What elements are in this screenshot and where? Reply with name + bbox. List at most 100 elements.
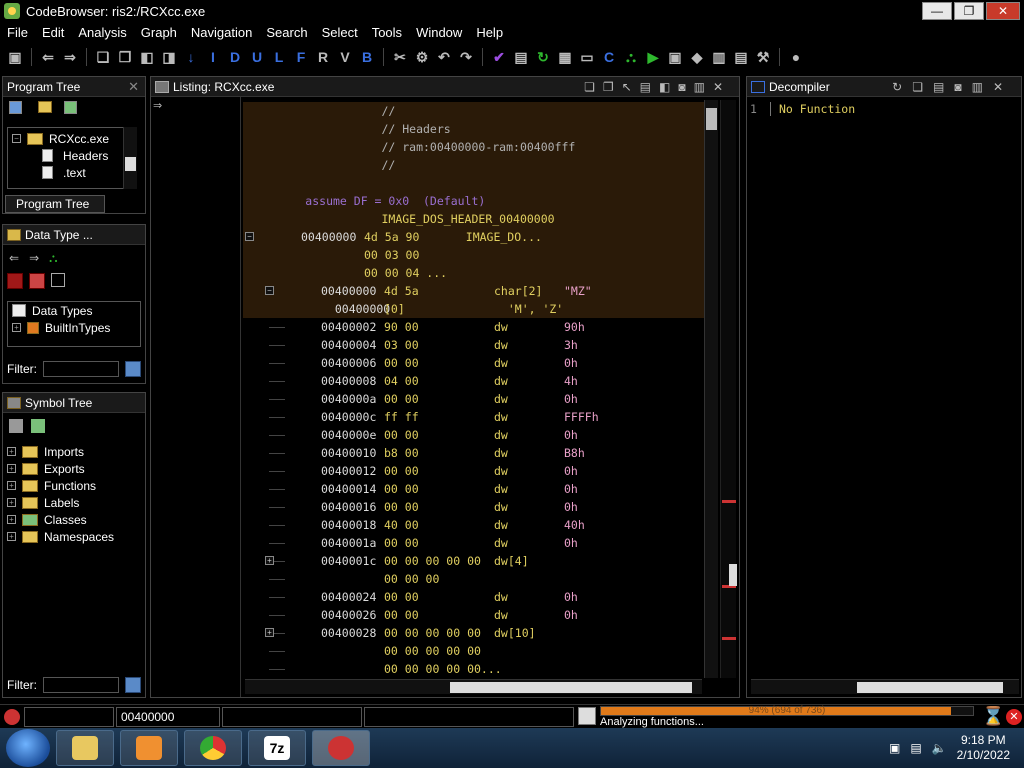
listing-address[interactable]: 00400000 — [321, 300, 390, 318]
copy-icon[interactable]: ❏ — [584, 80, 603, 94]
listing-address[interactable]: 00400008 — [321, 372, 376, 390]
network-icon[interactable]: ▣ — [889, 741, 900, 755]
listing-row[interactable]: // Headers — [243, 120, 718, 138]
listing-address[interactable]: 00400016 — [321, 498, 376, 516]
taskbar-chrome[interactable] — [184, 730, 242, 766]
expand-icon[interactable]: + — [7, 447, 16, 456]
close-icon[interactable]: ✕ — [128, 79, 139, 95]
listing-row[interactable]: assume DF = 0x0 (Default) — [243, 192, 718, 210]
run-icon[interactable]: ▶ — [644, 48, 662, 66]
checkmark-icon[interactable]: ✔ — [490, 48, 508, 66]
refresh-icon[interactable]: ↻ — [534, 48, 552, 66]
listing-address[interactable]: 00400026 — [321, 606, 376, 624]
expand-icon[interactable]: + — [7, 532, 16, 541]
cursor-icon[interactable]: ↖ — [622, 80, 640, 94]
scroll-thumb[interactable] — [125, 157, 136, 171]
listing-address[interactable]: 0040000c — [321, 408, 376, 426]
collapse-icon[interactable]: − — [265, 286, 274, 295]
close-icon[interactable]: ✕ — [713, 80, 731, 94]
listing-row[interactable]: 00400002 90 00 dw 90h — [243, 318, 718, 336]
scroll-thumb[interactable] — [706, 108, 717, 130]
cancel-analysis-icon[interactable]: ✕ — [1006, 709, 1022, 725]
listing-address[interactable]: 00400002 — [321, 318, 376, 336]
snapshot-icon[interactable]: ◙ — [954, 80, 971, 94]
listing-address[interactable]: 00400014 — [321, 480, 376, 498]
back-arrow-icon[interactable]: ⇐ — [39, 48, 57, 66]
listing-row[interactable]: 00400024 00 00 dw 0h — [243, 588, 718, 606]
listing-row[interactable]: 00400016 00 00 dw 0h — [243, 498, 718, 516]
decompiler-hscrollbar[interactable] — [751, 679, 1019, 694]
tree-icon[interactable]: ⛬ — [49, 251, 57, 269]
refresh-icon[interactable]: ↻ — [892, 80, 912, 94]
filter-options-icon[interactable] — [125, 361, 141, 377]
listing-address[interactable]: 00400004 — [321, 336, 376, 354]
overview-bar[interactable] — [720, 100, 737, 678]
listing-row[interactable]: 00400012 00 00 dw 0h — [243, 462, 718, 480]
expand-icon[interactable]: + — [7, 481, 16, 490]
tree-item-labels[interactable]: + Labels — [7, 494, 145, 511]
tree-item-rcxcc[interactable]: − RCXcc.exe — [12, 130, 132, 147]
expand-icon[interactable]: + — [7, 515, 16, 524]
listing-row[interactable]: 0040001a 00 00 dw 0h — [243, 534, 718, 552]
taskbar-ghidra[interactable] — [312, 730, 370, 766]
listing-row[interactable]: 00400006 00 00 dw 0h — [243, 354, 718, 372]
listing-row[interactable]: 00400004 03 00 dw 3h — [243, 336, 718, 354]
tree-item-imports[interactable]: + Imports — [7, 443, 145, 460]
expand-icon[interactable]: + — [7, 498, 16, 507]
listing-address[interactable]: 0040000e — [321, 426, 376, 444]
copy-icon[interactable]: ❏ — [94, 48, 112, 66]
menu-analysis[interactable]: Analysis — [71, 25, 133, 40]
display-icon[interactable]: ▤ — [910, 741, 921, 755]
bookmark-icon[interactable]: ◧ — [138, 48, 156, 66]
decompile-icon[interactable]: C — [600, 48, 618, 66]
listing-address[interactable]: 00400024 — [321, 588, 376, 606]
label-icon[interactable]: ◨ — [160, 48, 178, 66]
back-arrow-icon[interactable]: ⇐ — [9, 251, 19, 269]
toolbar-letter-d[interactable]: D — [226, 48, 244, 66]
listing-row[interactable]: 00 00 00 — [243, 570, 718, 588]
export-icon[interactable]: ▤ — [933, 80, 954, 94]
expand-icon[interactable]: + — [265, 628, 274, 637]
listing-row[interactable]: 00 00 00 00 00... — [243, 660, 718, 678]
listing-row[interactable]: IMAGE_DOS_HEADER_00400000 — [243, 210, 718, 228]
program-tree-scrollbar[interactable] — [123, 127, 137, 189]
redo-icon[interactable]: ↷ — [457, 48, 475, 66]
snapshot-icon[interactable]: ◙ — [678, 80, 693, 94]
help-icon[interactable]: ● — [787, 48, 805, 66]
copy-icon[interactable]: ❏ — [912, 80, 933, 94]
listing-body[interactable]: // // Headers // ram:00400000-ram:00400f… — [243, 100, 718, 680]
forward-arrow-icon[interactable]: ⇒ — [61, 48, 79, 66]
menu-edit[interactable]: Edit — [35, 25, 71, 40]
tab-program-tree[interactable]: Program Tree — [5, 195, 105, 213]
diamond-icon[interactable]: ◆ — [688, 48, 706, 66]
toolbar-letter-b[interactable]: B — [358, 48, 376, 66]
expand-icon[interactable]: + — [7, 464, 16, 473]
listing-row[interactable]: // — [243, 156, 718, 174]
listing-address[interactable]: 0040001c — [321, 552, 376, 570]
task-monitor-icon[interactable] — [578, 707, 596, 725]
options-icon[interactable]: ▥ — [694, 80, 713, 94]
collapse-icon[interactable]: − — [12, 134, 21, 143]
folder-icon[interactable]: ▭ — [578, 48, 596, 66]
disassemble-icon[interactable]: ⚙ — [413, 48, 431, 66]
listing-row[interactable]: 00 00 00 00 00 — [243, 642, 718, 660]
listing-address[interactable]: 00400000 — [321, 282, 376, 300]
start-button[interactable] — [6, 729, 50, 767]
forward-arrow-icon[interactable]: ⇒ — [29, 251, 39, 269]
create-namespace-icon[interactable] — [9, 419, 23, 433]
maximize-button[interactable]: ❐ — [954, 2, 984, 20]
listing-address[interactable]: 0040000a — [321, 390, 376, 408]
data-type-filter-input[interactable] — [43, 361, 119, 377]
menu-graph[interactable]: Graph — [134, 25, 184, 40]
menu-window[interactable]: Window — [409, 25, 469, 40]
collapse-icon[interactable]: − — [245, 232, 254, 241]
tree-item-exports[interactable]: + Exports — [7, 460, 145, 477]
save-icon[interactable]: ▣ — [6, 48, 24, 66]
undo-icon[interactable]: ↶ — [435, 48, 453, 66]
listing-address[interactable]: 00400028 — [321, 624, 376, 642]
navigate-icon[interactable] — [31, 419, 45, 433]
listing-address[interactable]: 00400000 — [301, 228, 356, 246]
clear-code-icon[interactable]: ✂ — [391, 48, 409, 66]
listing-row[interactable]: // — [243, 102, 718, 120]
tree-item-builtin-types[interactable]: + BuiltInTypes — [12, 319, 140, 336]
